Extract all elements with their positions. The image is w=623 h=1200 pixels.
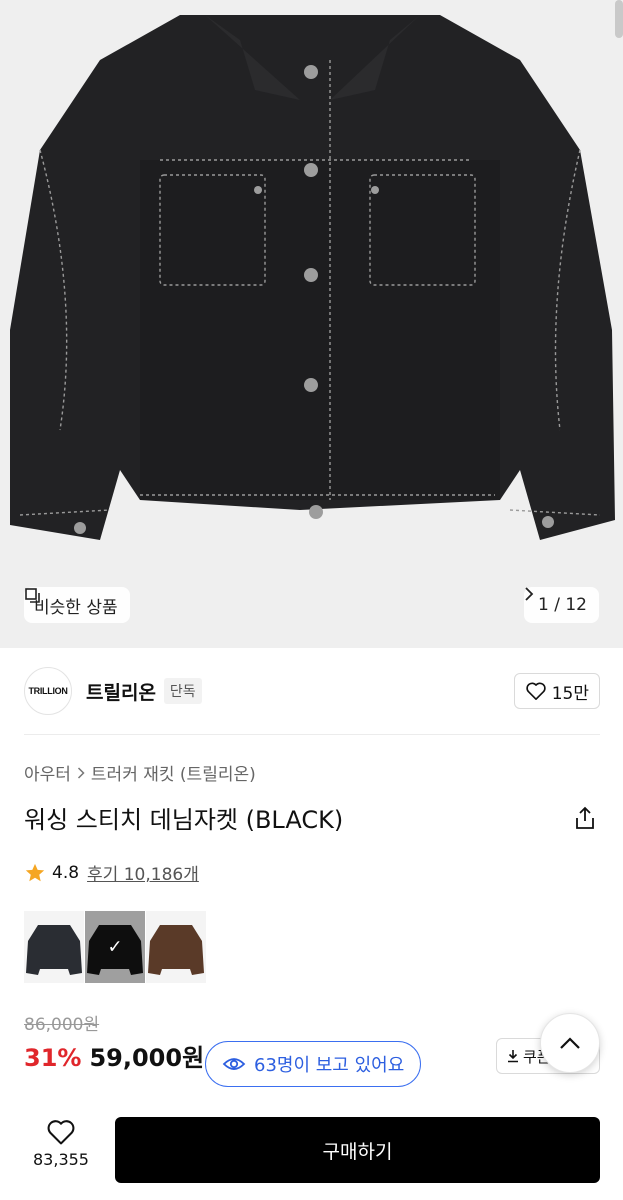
price-row: 31% 59,000원 (24, 1038, 204, 1073)
divider (24, 734, 600, 735)
buy-button[interactable]: 구매하기 (115, 1117, 600, 1183)
pager-text: 1 / 12 (538, 595, 587, 615)
product-title: 워싱 스티치 데님자켓 (BLACK) (24, 806, 344, 834)
color-option-navy[interactable] (24, 911, 84, 983)
heart-icon (526, 682, 546, 700)
viewers-text: 63명이 보고 있어요 (254, 1055, 405, 1076)
brand-name[interactable]: 트릴리온 (86, 678, 156, 705)
brand-logo-text: TRILLION (28, 686, 68, 696)
chevron-right-icon (77, 766, 85, 779)
image-pager[interactable]: 1 / 12 (524, 587, 599, 623)
brand-like-count: 15만 (551, 683, 589, 704)
breadcrumb-subcategory[interactable]: 트러커 재킷 (트릴리온) (91, 760, 256, 785)
color-options: ✓ (24, 911, 206, 983)
product-like-count: 83,355 (33, 1150, 89, 1169)
review-link[interactable]: 후기 10,186개 (87, 860, 199, 885)
jacket-thumb-image (24, 911, 84, 983)
product-image-carousel[interactable]: 비슷한 상품 1 / 12 (0, 0, 623, 648)
brand-like-button[interactable]: 15만 (513, 673, 600, 709)
product-like-button[interactable]: 83,355 (24, 1118, 98, 1169)
check-icon: ✓ (107, 936, 123, 958)
share-icon[interactable] (573, 805, 597, 831)
viewers-badge: 63명이 보고 있어요 (205, 1041, 422, 1087)
rating-row: 4.8 후기 10,186개 (24, 860, 199, 885)
breadcrumb: 아우터 트러커 재킷 (트릴리온) (24, 760, 256, 785)
sale-price: 59,000원 (89, 1044, 205, 1072)
discount-rate: 31% (24, 1044, 82, 1072)
star-icon (25, 863, 45, 881)
scrollbar-thumb[interactable] (615, 0, 623, 38)
jacket-thumb-image (146, 911, 206, 983)
chevron-right-icon (525, 587, 534, 601)
copy-icon (25, 588, 40, 603)
denim-jacket-image (0, 0, 623, 648)
heart-icon (47, 1120, 75, 1145)
scroll-to-top-button[interactable] (540, 1013, 600, 1073)
exclusive-badge: 단독 (163, 678, 202, 704)
rating-value: 4.8 (52, 862, 80, 883)
color-option-black[interactable]: ✓ (85, 911, 145, 983)
buy-label: 구매하기 (322, 1140, 393, 1163)
similar-products-button[interactable]: 비슷한 상품 (24, 587, 130, 623)
eye-icon (222, 1058, 246, 1070)
breadcrumb-category[interactable]: 아우터 (24, 760, 71, 785)
color-option-brown[interactable] (146, 911, 206, 983)
chevron-up-icon (560, 1037, 580, 1049)
original-price: 86,000원 (24, 1015, 100, 1035)
brand-row: TRILLION 트릴리온 단독 15만 (24, 664, 600, 718)
similar-products-label: 비슷한 상품 (34, 597, 118, 618)
brand-logo[interactable]: TRILLION (24, 667, 72, 715)
download-icon (508, 1050, 518, 1063)
